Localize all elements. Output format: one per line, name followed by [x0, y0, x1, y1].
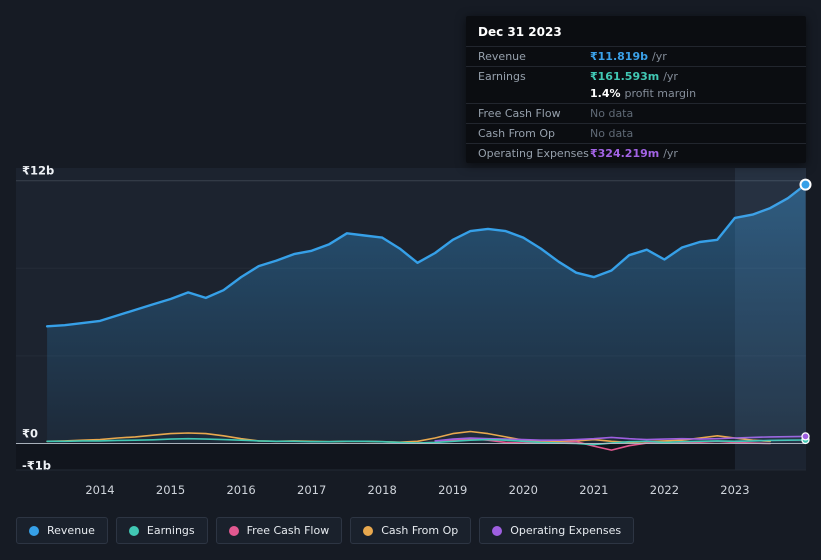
x-tick-label: 2020 — [509, 483, 538, 497]
x-tick-label: 2021 — [579, 483, 608, 497]
free-cash-flow-legend-dot — [228, 525, 239, 536]
tooltip-row-value: No data — [590, 106, 634, 120]
y-tick-label: ₹0 — [22, 427, 38, 441]
tooltip-row-suffix: /yr — [651, 49, 667, 63]
tooltip-row-operating-expenses: Operating Expenses ₹324.219m/yr — [466, 143, 806, 163]
tooltip-row-label: Earnings — [478, 69, 526, 83]
tooltip-row-label: Operating Expenses — [478, 146, 589, 160]
tooltip-row-label: Cash From Op — [478, 126, 556, 140]
chart-tooltip-panel: Dec 31 2023 Revenue ₹11.819b/yr Earnings ₹1… — [466, 16, 806, 163]
tooltip-row-label: Free Cash Flow — [478, 106, 561, 120]
legend-label: Free Cash Flow — [246, 524, 330, 537]
x-tick-label: 2019 — [438, 483, 467, 497]
revenue-legend-dot — [29, 525, 39, 536]
legend-item-cash-from-op[interactable]: Cash From Op — [350, 517, 472, 544]
tooltip-row-value: ₹161.593m — [590, 69, 660, 83]
tooltip-row-value: 1.4% — [590, 86, 621, 100]
below-zero-band — [16, 443, 806, 470]
tooltip-row-label: Revenue — [478, 49, 526, 63]
tooltip-row-value: No data — [590, 126, 634, 140]
operating-expenses-endpoint-marker — [801, 432, 810, 441]
tooltip-row-value: ₹324.219m — [590, 146, 660, 160]
legend-item-revenue[interactable]: Revenue — [16, 517, 108, 544]
x-tick-label: 2022 — [650, 483, 679, 497]
tooltip-row-suffix: profit margin — [624, 86, 697, 100]
legend-item-operating-expenses[interactable]: Operating Expenses — [479, 517, 635, 544]
legend-label: Operating Expenses — [510, 524, 622, 537]
tooltip-row-free-cash-flow: Free Cash Flow No data — [466, 103, 806, 123]
legend-label: Earnings — [146, 524, 195, 537]
x-tick-label: 2017 — [297, 483, 326, 497]
x-tick-label: 2018 — [368, 483, 397, 497]
y-tick-label: ₹12b — [22, 164, 54, 178]
x-tick-label: 2023 — [720, 483, 749, 497]
revenue-endpoint-marker — [799, 178, 812, 191]
tooltip-date: Dec 31 2023 — [478, 25, 562, 39]
operating-expenses-legend-dot — [492, 525, 503, 536]
y-tick-label: -₹1b — [22, 458, 51, 472]
legend-item-free-cash-flow[interactable]: Free Cash Flow — [215, 517, 343, 544]
legend-label: Revenue — [47, 524, 95, 537]
legend-label: Cash From Op — [381, 524, 459, 537]
chart-legend: Revenue Earnings Free Cash Flow Cash From O… — [16, 517, 635, 544]
tooltip-rows: Revenue ₹11.819b/yr Earnings ₹161.593m/yr 1.… — [466, 46, 806, 163]
tooltip-row-value: ₹11.819b — [590, 49, 648, 63]
x-tick-label: 2016 — [226, 483, 255, 497]
tooltip-row-earnings: Earnings ₹161.593m/yr — [466, 66, 806, 86]
tooltip-row-suffix: /yr — [663, 69, 678, 83]
earnings-legend-dot — [128, 525, 139, 536]
legend-item-earnings[interactable]: Earnings — [115, 517, 208, 544]
current-period-highlight — [734, 168, 806, 470]
x-tick-label: 2015 — [156, 483, 185, 497]
tooltip-row-revenue: Revenue ₹11.819b/yr — [466, 46, 806, 66]
x-tick-label: 2014 — [85, 483, 114, 497]
cash-from-op-legend-dot — [363, 525, 374, 536]
tooltip-row-suffix: /yr — [663, 146, 678, 160]
tooltip-row-cash-from-op: Cash From Op No data — [466, 123, 806, 143]
tooltip-row-profit-margin: 1.4% profit margin — [466, 86, 806, 103]
